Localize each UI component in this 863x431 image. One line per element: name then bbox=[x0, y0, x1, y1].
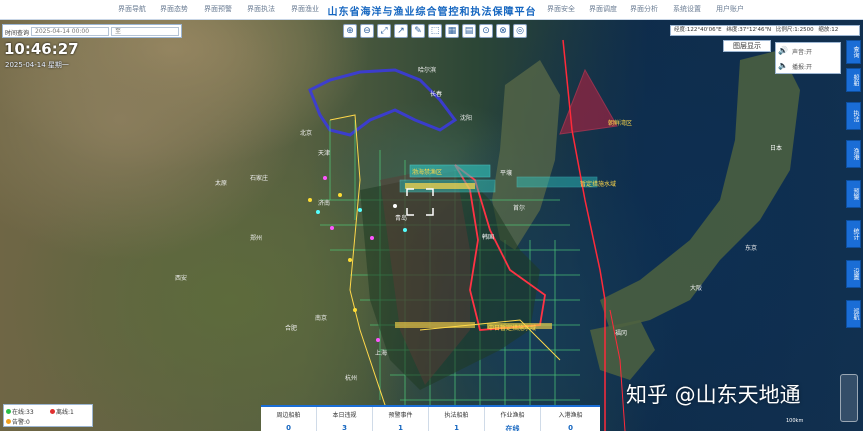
zoom-out-icon[interactable]: ⊖ bbox=[360, 24, 374, 38]
watermark: 知乎 @山东天地通 bbox=[626, 383, 801, 407]
place-label: 福冈 bbox=[615, 329, 627, 337]
sidebar-item-patrol[interactable]: 巡航 bbox=[846, 300, 861, 328]
broadcast-icon[interactable]: 🔈 bbox=[778, 61, 788, 70]
clear-icon[interactable]: ⊗ bbox=[496, 24, 510, 38]
stat-card[interactable]: 入港渔船 0 bbox=[541, 407, 600, 431]
time-query-panel: 时间查询 2025-04-14 00:00 至 bbox=[2, 24, 182, 38]
scale-readout: 比例尺:1:2500 bbox=[775, 27, 814, 33]
place-label: 太原 bbox=[215, 179, 227, 187]
clock: 10:46:27 bbox=[4, 40, 79, 58]
place-label: 沈阳 bbox=[460, 114, 472, 122]
bottom-stats-bar: 周边船舶 0 本日违规 3 预警事件 1 执法船舶 1 作业渔船 在线 入港渔船 0 bbox=[261, 405, 600, 431]
nav-item[interactable]: 界面分析 bbox=[630, 4, 658, 14]
place-label: 郑州 bbox=[250, 234, 262, 242]
nav-item[interactable]: 界面执法 bbox=[247, 4, 275, 14]
time-start-input[interactable]: 2025-04-14 00:00 bbox=[31, 27, 109, 36]
right-sidebar: 查询 船舶 执法 渔港 预警 统计 设置 巡航 bbox=[846, 40, 862, 360]
sidebar-item-warning[interactable]: 预警 bbox=[846, 180, 861, 208]
grid-icon[interactable]: ▦ bbox=[445, 24, 459, 38]
select-area-icon[interactable]: ⬚ bbox=[428, 24, 442, 38]
offline-count: 离线:1 bbox=[56, 409, 74, 416]
longitude-readout: 经度:122°40'06"E bbox=[674, 27, 722, 33]
zone-label-2: 暂定措施水域 bbox=[580, 180, 616, 188]
alarm-dot bbox=[6, 419, 11, 424]
nav-item[interactable]: 系统设置 bbox=[673, 4, 701, 14]
bohai-coast-line bbox=[308, 68, 458, 137]
nav-item[interactable]: 界面调度 bbox=[589, 4, 617, 14]
kyushu-land bbox=[590, 320, 655, 380]
zone-label-3: 渤海禁渔区 bbox=[412, 168, 442, 176]
place-label: 长春 bbox=[430, 90, 442, 98]
japan-label: 日本 bbox=[770, 144, 782, 152]
layer-display-button[interactable]: 图层显示 bbox=[723, 40, 771, 52]
nav-item[interactable]: 界面态势 bbox=[160, 4, 188, 14]
online-dot bbox=[6, 409, 11, 414]
place-label: 西安 bbox=[175, 274, 187, 282]
locate-icon[interactable]: ⊙ bbox=[479, 24, 493, 38]
sidebar-item-enforcement[interactable]: 执法 bbox=[846, 102, 861, 130]
place-label: 合肥 bbox=[285, 324, 297, 332]
speaker-icon[interactable]: 🔊 bbox=[778, 46, 788, 55]
zone-label-4: 中日暂定措施水域 bbox=[488, 324, 536, 332]
place-label: 石家庄 bbox=[250, 174, 268, 182]
nav-item[interactable]: 界面渔业 bbox=[291, 4, 319, 14]
sidebar-item-stats[interactable]: 统计 bbox=[846, 220, 861, 248]
stat-card[interactable]: 预警事件 1 bbox=[373, 407, 429, 431]
nav-item[interactable]: 用户账户 bbox=[716, 4, 744, 14]
top-navigation: 界面导航 界面态势 界面预警 界面执法 界面渔业 山东省海洋与渔业综合管控和执法… bbox=[0, 0, 863, 20]
date-label: 2025-04-14 星期一 bbox=[5, 61, 69, 69]
zone-label-1: 朝鲜湾区 bbox=[608, 119, 632, 127]
broadcast-toggle[interactable]: 播报:开 bbox=[792, 62, 812, 71]
stat-card[interactable]: 本日违规 3 bbox=[317, 407, 373, 431]
time-query-label: 时间查询 bbox=[5, 30, 30, 37]
sidebar-item-port[interactable]: 渔港 bbox=[846, 140, 861, 168]
stat-card[interactable]: 周边船舶 0 bbox=[261, 407, 317, 431]
status-legend: 在线:33 离线:1 告警:0 bbox=[3, 404, 93, 427]
sidebar-item-vessel[interactable]: 船舶 bbox=[846, 68, 861, 92]
place-label: 南京 bbox=[315, 314, 327, 322]
place-label: 济南 bbox=[318, 199, 330, 207]
place-label: 天津 bbox=[318, 150, 330, 157]
place-label: 大阪 bbox=[690, 284, 702, 292]
alarm-count: 告警:0 bbox=[12, 419, 30, 426]
target-icon[interactable]: ◎ bbox=[513, 24, 527, 38]
zoom-readout: 缩放:12 bbox=[818, 27, 839, 33]
draw-icon[interactable]: ✎ bbox=[411, 24, 425, 38]
place-label: 平壤 bbox=[500, 169, 512, 177]
sound-toggle[interactable]: 声音:开 bbox=[792, 47, 812, 56]
measure-line-icon[interactable]: ↗ bbox=[394, 24, 408, 38]
place-label: 上海 bbox=[375, 349, 387, 357]
nav-item[interactable]: 界面导航 bbox=[118, 4, 146, 14]
layers-icon[interactable]: ▤ bbox=[462, 24, 476, 38]
zoom-in-icon[interactable]: ⊕ bbox=[343, 24, 357, 38]
coordinate-readout: 经度:122°40'06"E 纬度:37°12'46"N 比例尺:1:2500 … bbox=[670, 25, 860, 36]
time-end-input[interactable]: 至 bbox=[111, 27, 179, 36]
map-stage[interactable]: 哈尔滨 长春 沈阳 北京 天津 济南 青岛 郑州 南京 上海 合肥 杭州 首尔 … bbox=[0, 0, 863, 431]
place-label: 北京 bbox=[300, 129, 312, 137]
stat-card[interactable]: 执法船舶 1 bbox=[429, 407, 485, 431]
zone-label-bar-3 bbox=[395, 322, 475, 328]
place-label: 东京 bbox=[745, 244, 757, 252]
focus-reticle bbox=[406, 188, 434, 216]
nav-item[interactable]: 界面预警 bbox=[204, 4, 232, 14]
latitude-readout: 纬度:37°12'46"N bbox=[726, 27, 772, 33]
app-title: 山东省海洋与渔业综合管控和执法保障平台 bbox=[327, 7, 537, 18]
audio-panel: 🔊 声音:开 🔈 播报:开 bbox=[775, 42, 841, 74]
offline-dot bbox=[50, 409, 55, 414]
place-label: 杭州 bbox=[345, 374, 357, 382]
eye-toggle-button[interactable] bbox=[840, 374, 858, 422]
korea-label: 韩国 bbox=[482, 233, 494, 241]
scale-bar: 100km bbox=[786, 418, 804, 424]
fullscreen-icon[interactable]: ⤢ bbox=[377, 24, 391, 38]
place-label: 首尔 bbox=[513, 204, 525, 212]
sidebar-item-settings[interactable]: 设置 bbox=[846, 260, 861, 288]
nav-item[interactable]: 界面安全 bbox=[547, 4, 575, 14]
stat-card[interactable]: 作业渔船 在线 bbox=[485, 407, 541, 431]
sidebar-item-query[interactable]: 查询 bbox=[846, 40, 861, 64]
place-label: 哈尔滨 bbox=[418, 66, 436, 74]
online-count: 在线:33 bbox=[12, 409, 34, 416]
